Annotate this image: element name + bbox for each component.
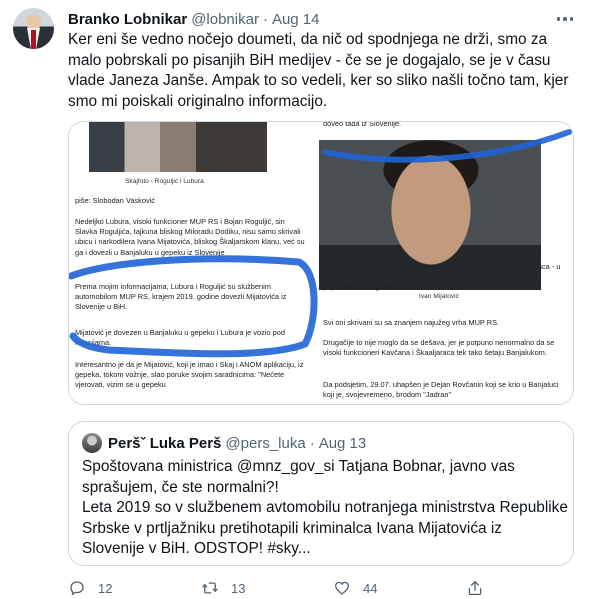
like-button[interactable]: 44 — [333, 578, 377, 598]
separator-dot: · — [262, 10, 268, 28]
heart-icon — [334, 581, 350, 595]
article-screenshot-left: Skajfoto - Rogulјić i Lubura piše: Slobo… — [69, 122, 315, 404]
article-paragraph: Prema mojim informacijama, Lubura i Rogu… — [75, 282, 287, 312]
retweet-button[interactable]: 13 — [201, 578, 245, 598]
like-count: 44 — [363, 580, 378, 596]
avatar-tie — [31, 30, 36, 49]
photo-caption-left: Skajfoto - Rogulјić i Lubura — [125, 178, 204, 185]
tweet[interactable]: Branko Lobnikar @lobnikar · Aug 14 Ker e… — [0, 0, 593, 599]
quoted-author-name[interactable]: Peršˇ Luka Perš — [108, 435, 221, 452]
quoted-author-handle[interactable]: @pers_luka — [225, 435, 305, 452]
share-icon — [468, 580, 482, 596]
article-paragraph: Drugačije to nije moglo da se dešava, je… — [323, 338, 555, 358]
quoted-author-avatar[interactable] — [82, 433, 102, 453]
article-paragraph: Interesantno je da je Mijatović, koji je… — [75, 360, 304, 390]
attached-image[interactable]: Skajfoto - Rogulјić i Lubura piše: Slobo… — [68, 121, 574, 405]
article-photo-left — [89, 122, 267, 172]
tweet-date[interactable]: Aug 14 — [272, 11, 320, 28]
article-line: doveo tada iz Slovenije. — [323, 121, 402, 128]
reply-icon — [70, 581, 84, 596]
reply-button[interactable]: 12 — [68, 578, 112, 598]
quoted-tweet-header: Peršˇ Luka Perš @pers_luka · Aug 13 — [108, 433, 366, 453]
share-button[interactable] — [466, 578, 484, 598]
author-name[interactable]: Branko Lobnikar — [68, 11, 187, 28]
photo-caption-right: Ivan Mijatović — [419, 293, 459, 300]
retweet-count: 13 — [231, 580, 246, 596]
tweet-text: Ker eni še vedno nočejo doumeti, da nič … — [68, 31, 573, 110]
quoted-tweet-text: Spoštovana ministrica @mnz_gov_si Tatjan… — [82, 458, 568, 557]
article-paragraph: Mijatović je dovezen u Banjaluku u gepek… — [75, 328, 285, 348]
author-avatar[interactable] — [13, 8, 54, 49]
article-paragraph: Svi oni skrivani su sa znanjem najužeg v… — [323, 318, 500, 327]
article-screenshot-right: doveo tada iz Slovenije. Ivan Mijatović … — [319, 121, 573, 404]
quoted-tweet-date[interactable]: Aug 13 — [319, 435, 367, 452]
separator-dot: · — [309, 434, 315, 452]
article-paragraph: Da podsjetim, 29.07. uhapšen je Dejan Ro… — [323, 380, 559, 400]
quoted-tweet[interactable]: Peršˇ Luka Perš @pers_luka · Aug 13 Spoš… — [68, 421, 574, 566]
more-options-icon[interactable] — [553, 9, 577, 29]
article-paragraph: Banjaluka je tako postala mjesto za skri… — [323, 262, 561, 292]
retweet-icon — [202, 582, 218, 594]
author-handle[interactable]: @lobnikar — [191, 11, 259, 28]
reply-count: 12 — [98, 580, 113, 596]
article-author: piše: Slobodan Vasković — [75, 196, 155, 205]
article-paragraph: Nedeljko Lubura, visoki funkcioner MUP R… — [75, 217, 305, 257]
action-bar: 12 13 44 — [68, 578, 574, 598]
tweet-header: Branko Lobnikar @lobnikar · Aug 14 — [68, 9, 320, 29]
